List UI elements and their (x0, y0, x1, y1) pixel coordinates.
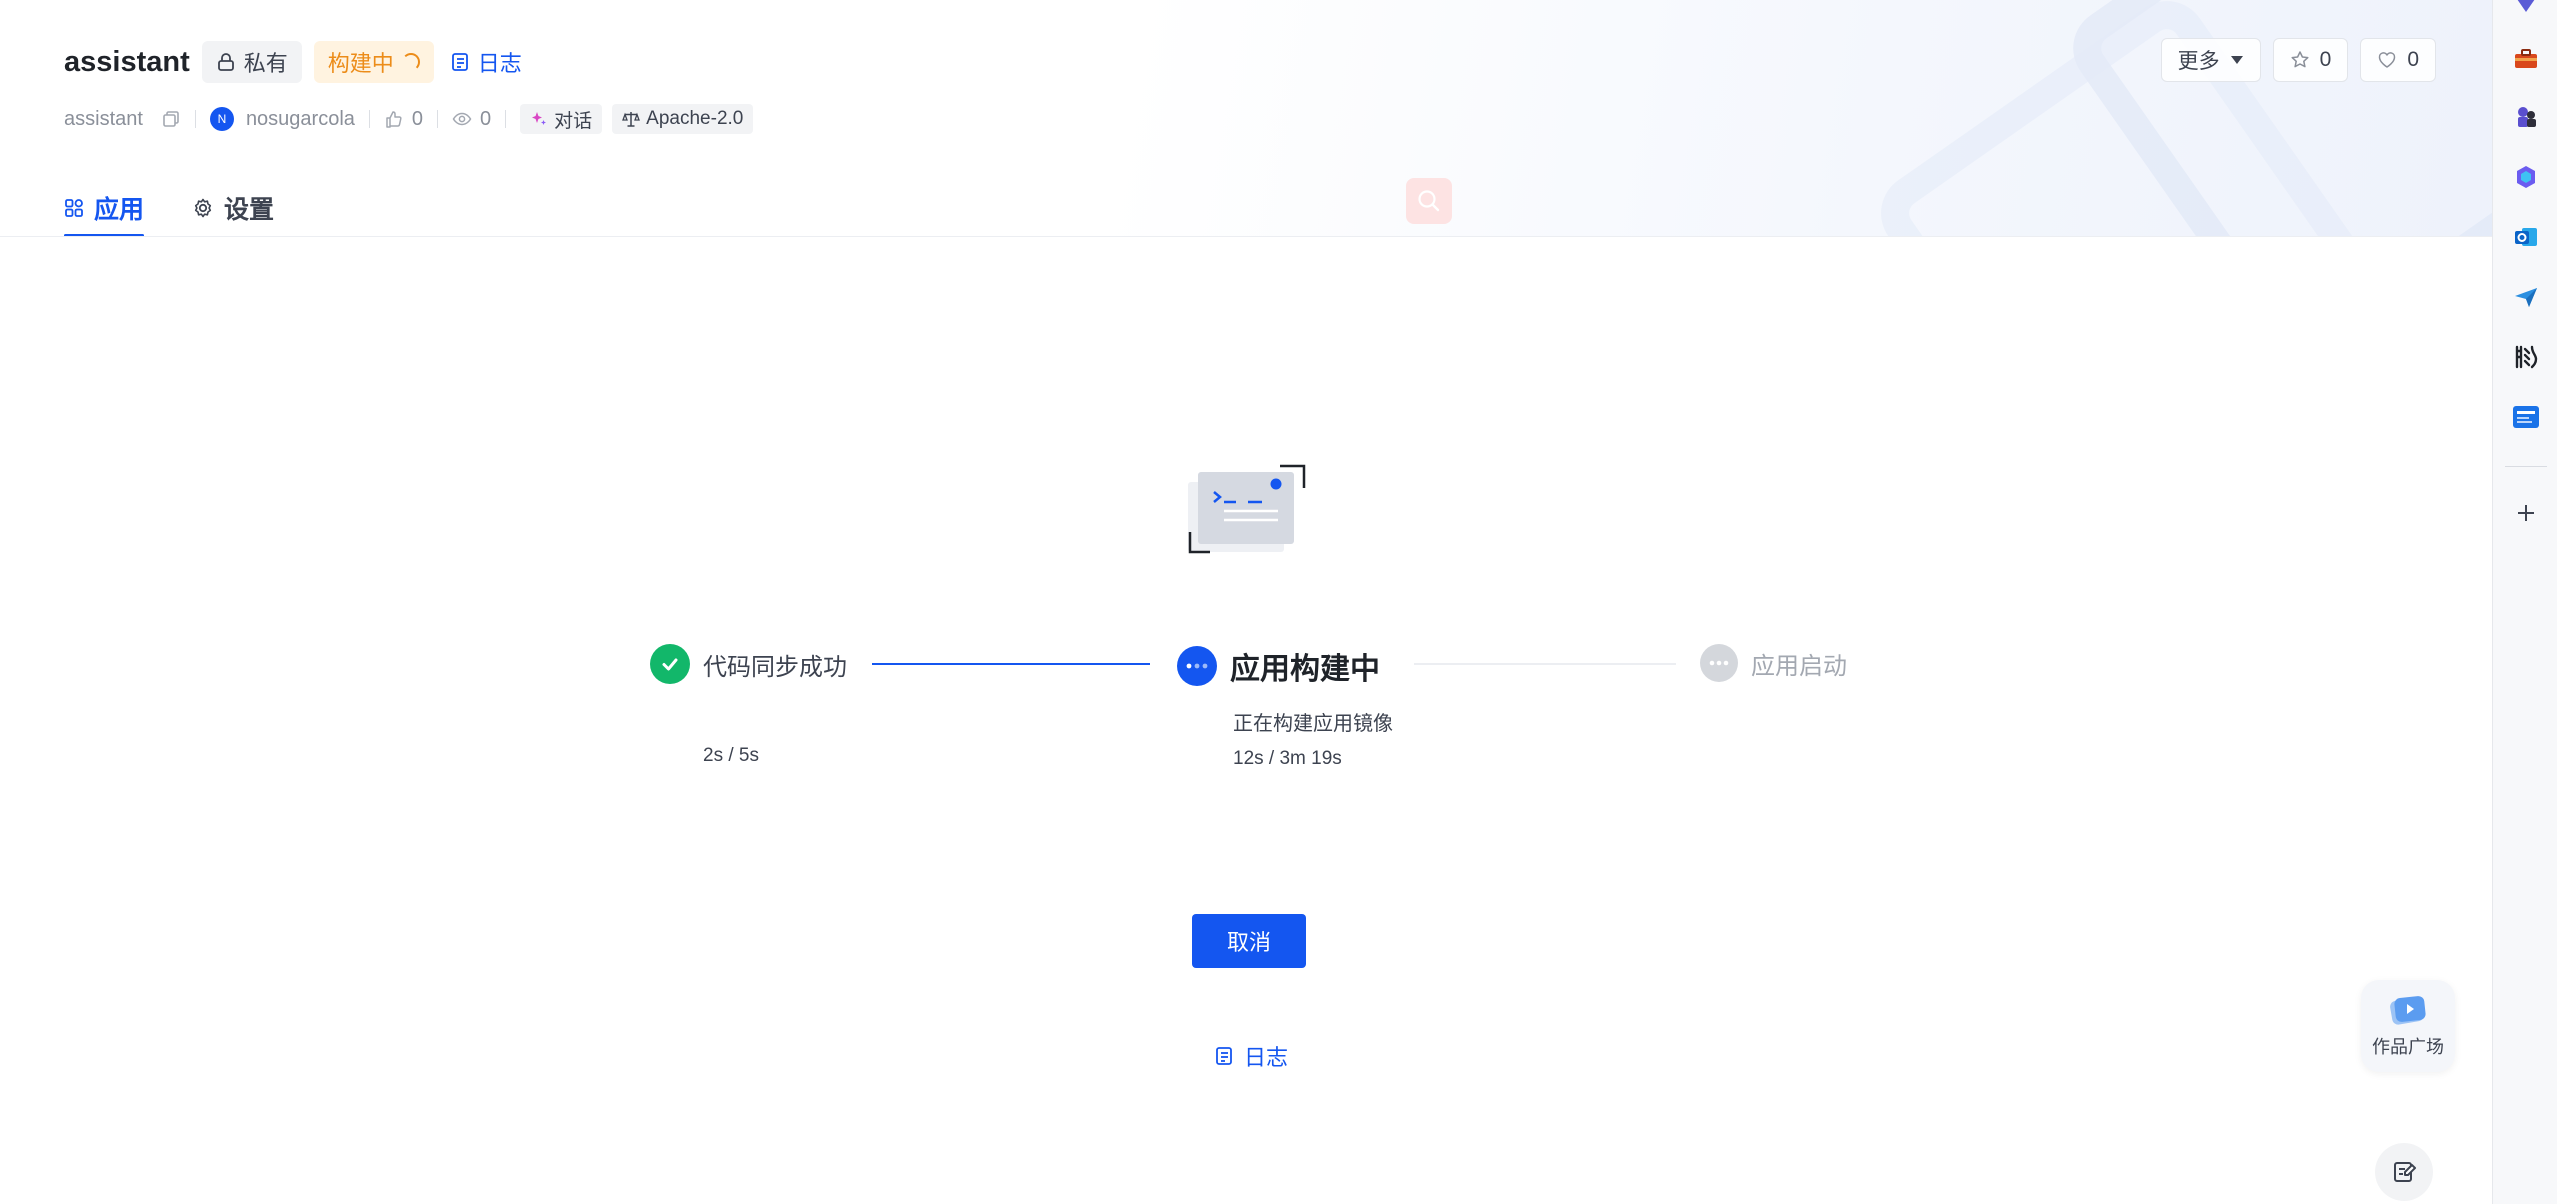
step-pending-icon (1700, 644, 1738, 682)
meta-row: assistant N nosugarcola 0 0 对话 Apache-2.… (64, 104, 754, 134)
right-sidebar (2492, 0, 2557, 1204)
tab-settings[interactable]: 设置 (192, 178, 275, 236)
like-button[interactable]: 0 (2360, 38, 2436, 82)
star-button[interactable]: 0 (2272, 38, 2349, 82)
copilot-icon[interactable] (2509, 160, 2543, 194)
likes-item: 0 (384, 108, 423, 131)
dots-icon (1186, 663, 1208, 669)
gem-icon[interactable] (2509, 0, 2543, 20)
owner-name[interactable]: nosugarcola (246, 108, 355, 131)
edit-note-icon (2394, 1162, 2416, 1182)
check-icon (662, 658, 678, 671)
more-label: 更多 (2177, 50, 2220, 73)
header-log-label: 日志 (477, 51, 522, 76)
header-log-link[interactable]: 日志 (450, 46, 522, 78)
build-log-link[interactable]: 日志 (1214, 1040, 1288, 1072)
log-icon (1216, 1047, 1232, 1065)
lock-icon (217, 53, 234, 71)
sidebar-divider (2505, 466, 2547, 467)
step-title: 代码同步成功 (703, 653, 847, 681)
step-subtitle: 正在构建应用镜像 (1233, 713, 1393, 735)
views-item: 0 (452, 108, 491, 131)
tab-settings-label: 设置 (224, 195, 275, 224)
meta-divider (194, 110, 196, 128)
header-actions: 更多 0 0 (2160, 38, 2436, 82)
dots-icon (1709, 660, 1729, 666)
heart-count: 0 (2407, 48, 2419, 71)
toolbox-icon[interactable] (2509, 42, 2543, 76)
heart-icon (2379, 52, 2396, 68)
step-done-icon (650, 644, 690, 684)
type-chip-label: 对话 (554, 110, 593, 132)
feedback-button[interactable] (2375, 1143, 2433, 1201)
log-icon (451, 53, 468, 71)
star-count: 0 (2319, 48, 2332, 71)
meta-divider (368, 110, 370, 128)
likes-count: 0 (411, 107, 424, 130)
gallery-button[interactable]: 作品广场 (2361, 980, 2455, 1072)
gear-icon (194, 198, 212, 217)
status-badge-label: 构建中 (327, 51, 394, 76)
meta-divider (437, 110, 439, 128)
license-chip-label: Apache-2.0 (646, 108, 744, 129)
sparkle-icon (532, 112, 547, 125)
step-time: 12s / 3m 19s (1233, 748, 1342, 769)
thumb-icon (386, 111, 402, 128)
app-header: assistant 私有 构建中 日志 assistant N nosugarc… (0, 0, 2492, 237)
private-tag: 私有 (201, 41, 302, 83)
loading-spinner-icon (401, 53, 420, 71)
step-code-sync: 代码同步成功 (650, 644, 847, 684)
avatar[interactable]: N (209, 107, 234, 131)
meta-divider (505, 110, 507, 128)
step-title: 应用构建中 (1230, 653, 1380, 686)
caret-down-icon (2230, 56, 2243, 64)
tab-app-label: 应用 (94, 195, 145, 224)
step-time: 2s / 5s (703, 745, 759, 766)
pengpai-icon[interactable] (2509, 340, 2543, 374)
step-connector-pending (1414, 663, 1676, 665)
plus-icon[interactable] (2509, 496, 2543, 530)
floating-search-button[interactable] (1406, 178, 1452, 224)
title-row: assistant 私有 构建中 日志 (64, 40, 522, 84)
type-chip: 对话 (520, 104, 603, 134)
more-dropdown[interactable]: 更多 (2160, 38, 2261, 82)
scale-icon (622, 112, 641, 127)
outlook-icon[interactable] (2509, 220, 2543, 254)
tab-app[interactable]: 应用 (64, 178, 145, 236)
step-app-build: 应用构建中 (1177, 644, 1380, 688)
repo-name-item: assistant (64, 108, 181, 131)
step-title: 应用启动 (1751, 652, 1847, 680)
license-chip: Apache-2.0 (612, 104, 754, 134)
search-icon (1418, 190, 1440, 212)
star-icon (2291, 51, 2309, 68)
gallery-label: 作品广场 (2372, 1037, 2444, 1057)
eye-icon (452, 112, 472, 126)
chess-icon[interactable] (2509, 100, 2543, 134)
app-name: assistant (64, 45, 190, 78)
tab-bar: 应用 设置 (64, 178, 275, 236)
step-active-icon (1177, 646, 1217, 686)
private-tag-label: 私有 (243, 51, 288, 76)
gallery-icon (2390, 996, 2426, 1025)
step-connector-done (872, 663, 1150, 665)
build-log-label: 日志 (1244, 1045, 1289, 1070)
status-badge: 构建中 (313, 41, 434, 83)
repo-name: assistant (64, 107, 143, 130)
terminal-illustration (1188, 464, 1306, 554)
app-store-icon[interactable] (2509, 400, 2543, 434)
paper-plane-icon[interactable] (2509, 280, 2543, 314)
grid-icon (65, 198, 83, 217)
step-app-start: 应用启动 (1700, 644, 1847, 682)
views-count: 0 (480, 107, 492, 130)
cancel-button[interactable]: 取消 (1192, 914, 1306, 968)
copy-icon[interactable] (161, 109, 181, 129)
